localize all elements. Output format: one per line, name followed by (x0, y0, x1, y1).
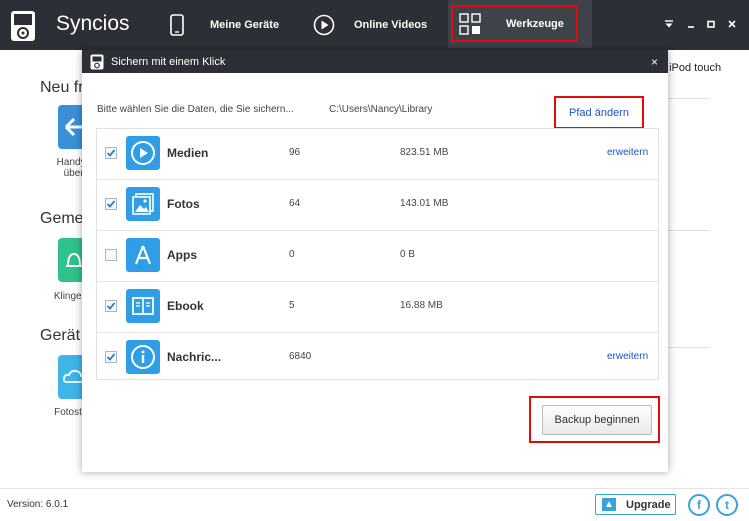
syncios-logo-icon (11, 11, 35, 41)
dialog-close-icon[interactable]: × (651, 55, 658, 69)
app-title: Syncios (56, 12, 130, 35)
upgrade-button-label: Upgrade (626, 498, 671, 511)
photo-icon (126, 187, 160, 221)
version-label: Version: 6.0.1 (7, 499, 69, 510)
expand-link[interactable]: erweitern (607, 351, 648, 362)
menu-dropdown-icon[interactable] (663, 18, 675, 30)
nav-my-devices[interactable]: Meine Geräte (166, 0, 279, 50)
category-size: 143.01 MB (400, 198, 449, 209)
book-icon (126, 289, 160, 323)
category-row-photos: Fotos 64 143.01 MB (97, 180, 658, 231)
minimize-icon[interactable] (685, 18, 697, 30)
one-click-backup-dialog: Sichern mit einem Klick × Bitte wählen S… (82, 50, 668, 472)
footer-divider (0, 488, 749, 489)
apps-checkbox[interactable] (105, 249, 117, 261)
nav-online-videos-label: Online Videos (354, 19, 428, 31)
backup-prompt: Bitte wählen Sie die Daten, die Sie sich… (97, 104, 294, 115)
nav-online-videos[interactable]: Online Videos (313, 0, 427, 50)
category-row-messages: Nachric... 6840 erweitern (97, 333, 658, 384)
section-heading-new: Neu fr (40, 79, 84, 96)
section-heading-common: Geme (40, 210, 84, 227)
info-icon (126, 340, 160, 374)
category-row-ebook: Ebook 5 16.88 MB (97, 282, 658, 333)
close-window-icon[interactable] (726, 18, 738, 30)
category-name: Apps (167, 248, 197, 262)
maximize-icon[interactable] (705, 18, 717, 30)
category-count: 6840 (289, 351, 312, 362)
category-size: 16.88 MB (400, 300, 443, 311)
category-size: 823.51 MB (400, 147, 449, 158)
device-name-label: : iPod touch (663, 62, 722, 74)
dialog-title: Sichern mit einem Klick (111, 55, 226, 68)
category-name: Nachric... (167, 350, 222, 364)
category-row-apps: Apps 0 0 B (97, 231, 658, 282)
play-icon (126, 136, 160, 170)
category-name: Ebook (167, 299, 204, 313)
change-path-link[interactable]: Pfad ändern (554, 96, 644, 129)
tools-highlight-frame (451, 5, 578, 42)
twitter-icon[interactable]: t (716, 494, 738, 516)
category-count: 5 (289, 300, 295, 311)
category-name: Fotos (167, 197, 200, 211)
expand-link[interactable]: erweitern (607, 147, 648, 158)
backup-path: C:\Users\Nancy\Library (329, 104, 433, 115)
category-count: 64 (289, 198, 301, 209)
section-heading-device: Gerät (40, 327, 81, 344)
messages-checkbox[interactable] (105, 351, 117, 363)
play-circle-icon (313, 14, 335, 36)
phone-icon (166, 14, 188, 36)
photos-checkbox[interactable] (105, 198, 117, 210)
nav-my-devices-label: Meine Geräte (210, 19, 280, 31)
ebook-checkbox[interactable] (105, 300, 117, 312)
dialog-header: Sichern mit einem Klick × (82, 50, 668, 73)
category-count: 0 (289, 249, 295, 260)
syncios-small-icon (90, 54, 104, 69)
start-backup-button[interactable]: Backup beginnen (542, 405, 652, 435)
category-size: 0 B (400, 249, 416, 260)
apps-icon (126, 238, 160, 272)
facebook-icon[interactable]: f (688, 494, 710, 516)
backup-category-list: Medien 96 823.51 MB erweitern Fotos 64 1… (96, 128, 659, 380)
upgrade-button[interactable]: ▲ Upgrade (595, 494, 676, 515)
category-row-media: Medien 96 823.51 MB erweitern (97, 129, 658, 180)
media-checkbox[interactable] (105, 147, 117, 159)
category-name: Medien (167, 146, 209, 160)
category-count: 96 (289, 147, 301, 158)
upload-arrow-icon: ▲ (602, 498, 616, 511)
top-bar: Syncios Meine Geräte Online Videos Werkz… (0, 0, 749, 50)
